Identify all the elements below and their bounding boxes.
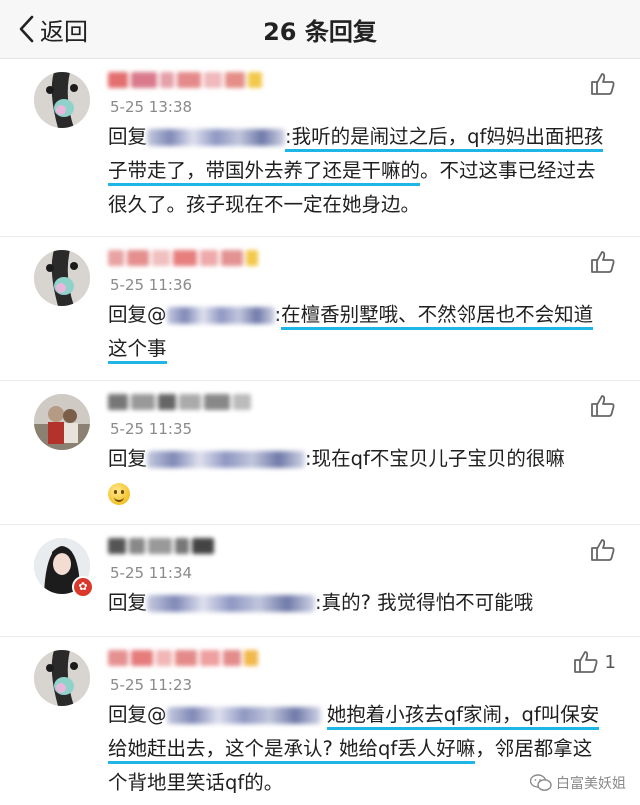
reply-prefix: 回复 <box>108 591 148 614</box>
reply-content: 回复 :真的? 我觉得怕不可能哦 <box>108 586 608 620</box>
wechat-icon <box>530 774 552 791</box>
avatar[interactable] <box>34 650 90 706</box>
reply-text: :真的? 我觉得怕不可能哦 <box>315 591 534 614</box>
watermark: 白富美妖姐 <box>530 773 626 793</box>
reply-prefix: 回复 <box>108 447 148 470</box>
thumbs-up-icon <box>591 539 615 561</box>
verified-badge-icon: ✿ <box>72 576 94 598</box>
nav-header: 返回 26 条回复 <box>0 0 640 59</box>
thumbs-up-icon <box>591 395 615 417</box>
mention-blurred[interactable] <box>147 451 306 468</box>
like-button[interactable] <box>590 250 616 274</box>
reply-time: 5-25 11:35 <box>110 420 193 438</box>
like-button[interactable]: 1 <box>573 650 616 674</box>
mention-blurred[interactable] <box>147 129 286 146</box>
avatar[interactable] <box>34 250 90 306</box>
watermark-text: 白富美妖姐 <box>556 776 626 792</box>
reply-item: 5-25 11:35 回复 :现在qf不宝贝儿子宝贝的很嘛 <box>0 380 640 525</box>
like-button[interactable] <box>590 538 616 562</box>
avatar[interactable] <box>34 394 90 450</box>
thumbs-up-icon <box>591 73 615 95</box>
reply-time: 5-25 13:38 <box>110 98 193 116</box>
like-button[interactable] <box>590 394 616 418</box>
reply-item: ✿ 5-25 11:34 回复 :真的? 我觉得怕不可能哦 <box>0 524 640 637</box>
username-blurred[interactable] <box>108 250 273 272</box>
reply-time: 5-25 11:34 <box>110 564 193 582</box>
reply-content: 回复@:在檀香别墅哦、不然邻居也不会知道这个事 <box>108 298 608 366</box>
mention-blurred[interactable] <box>147 595 316 612</box>
reply-prefix: 回复 <box>108 125 148 148</box>
reply-time: 5-25 11:23 <box>110 676 193 694</box>
reply-prefix: 回复@ <box>108 303 167 326</box>
reply-content: 回复:我听的是闹过之后，qf妈妈出面把孩子带走了，带国外去养了还是干嘛的。不过这… <box>108 120 608 222</box>
reply-item: 5-25 11:36 回复@:在檀香别墅哦、不然邻居也不会知道这个事 <box>0 236 640 381</box>
username-blurred[interactable] <box>108 394 273 416</box>
mention-blurred[interactable] <box>166 707 321 724</box>
reply-text <box>321 703 327 726</box>
reply-time: 5-25 11:36 <box>110 276 193 294</box>
like-count: 1 <box>604 651 616 673</box>
reply-item: 5-25 13:38 回复:我听的是闹过之后，qf妈妈出面把孩子带走了，带国外去… <box>0 58 640 237</box>
username-blurred[interactable] <box>108 72 273 94</box>
username-blurred[interactable] <box>108 650 273 672</box>
reply-prefix: 回复@ <box>108 703 167 726</box>
thumbs-up-icon <box>591 251 615 273</box>
like-button[interactable] <box>590 72 616 96</box>
smile-emoji-icon <box>108 482 130 505</box>
reply-content: 回复 :现在qf不宝贝儿子宝贝的很嘛 <box>108 442 608 510</box>
reply-text: :现在qf不宝贝儿子宝贝的很嘛 <box>305 447 565 470</box>
page-title: 26 条回复 <box>263 18 377 46</box>
mention-blurred[interactable] <box>166 307 275 324</box>
thumbs-up-icon <box>573 651 598 673</box>
avatar[interactable] <box>34 72 90 128</box>
username-blurred[interactable] <box>108 538 273 560</box>
